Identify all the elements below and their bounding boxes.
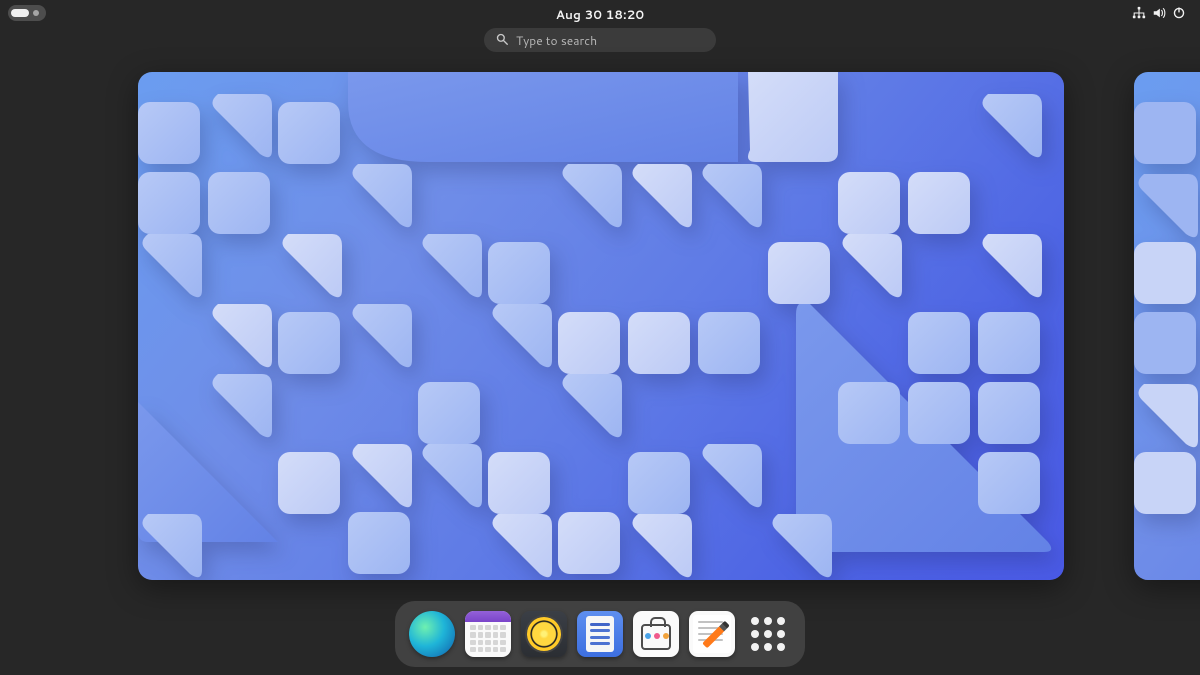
clock[interactable]: Aug 30 18:20 xyxy=(556,6,645,23)
volume-icon xyxy=(1152,6,1166,24)
apps-grid-icon xyxy=(745,611,791,657)
dock xyxy=(395,601,805,667)
dock-app-text-editor[interactable] xyxy=(689,611,735,657)
search-placeholder: Type to search xyxy=(516,32,597,49)
workspace-thumbnail-1[interactable] xyxy=(138,72,1064,580)
activities-button[interactable] xyxy=(8,5,46,21)
todo-icon xyxy=(577,611,623,657)
search-icon xyxy=(496,32,508,49)
text-editor-icon xyxy=(689,611,735,657)
dock-app-web[interactable] xyxy=(409,611,455,657)
dock-app-software[interactable] xyxy=(633,611,679,657)
dock-app-todo[interactable] xyxy=(577,611,623,657)
workspace-switcher xyxy=(0,76,1200,575)
network-icon xyxy=(1132,6,1146,24)
dock-app-calendar[interactable] xyxy=(465,611,511,657)
wallpaper xyxy=(1134,72,1200,580)
system-tray[interactable] xyxy=(1128,4,1190,26)
software-icon xyxy=(633,611,679,657)
dock-show-apps[interactable] xyxy=(745,611,791,657)
music-icon xyxy=(521,611,567,657)
power-icon xyxy=(1172,6,1186,24)
dock-app-music[interactable] xyxy=(521,611,567,657)
wallpaper xyxy=(138,72,1064,580)
globe-icon xyxy=(409,611,455,657)
search-bar[interactable]: Type to search xyxy=(484,28,716,52)
top-bar: Aug 30 18:20 xyxy=(0,0,1200,28)
calendar-icon xyxy=(465,611,511,657)
workspace-thumbnail-2[interactable] xyxy=(1134,72,1200,580)
